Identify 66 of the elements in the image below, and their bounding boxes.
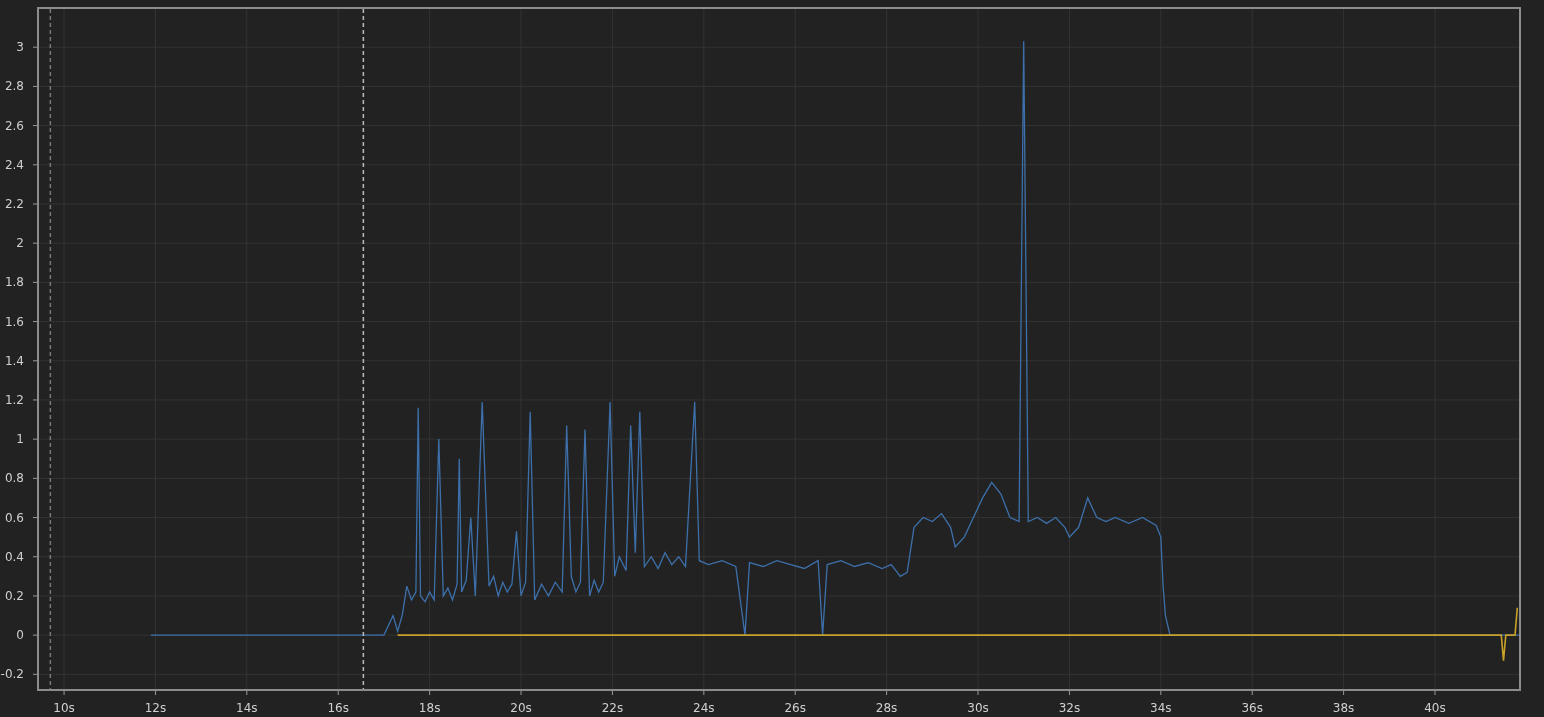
x-axis-label: 28s <box>875 701 898 715</box>
y-axis-label: 1 <box>16 432 24 447</box>
x-tick-mark <box>520 689 522 696</box>
x-tick-mark <box>703 689 705 696</box>
x-axis-label: 18s <box>418 701 441 715</box>
y-tick-mark <box>32 125 39 127</box>
x-tick-mark <box>794 689 796 696</box>
x-axis-label: 34s <box>1150 701 1172 715</box>
y-axis-label: 1.8 <box>4 275 24 290</box>
y-axis-label: 2.4 <box>4 157 24 172</box>
x-axis-label: 40s <box>1424 701 1446 715</box>
y-axis-label: 2.8 <box>4 79 24 94</box>
y-axis-label: 2.6 <box>4 118 24 133</box>
x-tick-mark <box>886 689 888 696</box>
y-tick-mark <box>32 242 39 244</box>
y-axis-label: 2.2 <box>4 197 24 211</box>
x-axis-label: 30s <box>967 701 989 715</box>
x-tick-mark <box>1434 689 1436 696</box>
y-axis-label: -0.2 <box>0 667 24 682</box>
y-tick-mark <box>32 634 39 636</box>
y-tick-mark <box>32 438 39 440</box>
x-axis-label: 20s <box>510 701 532 715</box>
y-tick-mark <box>32 360 39 362</box>
x-axis-label: 38s <box>1332 701 1355 715</box>
x-tick-mark <box>63 689 65 696</box>
x-axis-label: 22s <box>601 701 624 715</box>
x-tick-mark <box>1251 689 1253 696</box>
y-tick-mark <box>32 595 39 597</box>
x-axis-label: 36s <box>1241 701 1263 715</box>
y-tick-mark <box>32 673 39 675</box>
y-tick-mark <box>32 164 39 166</box>
y-axis-label: 3 <box>16 40 24 55</box>
x-tick-mark <box>337 689 339 696</box>
y-axis-label: 1.6 <box>4 314 24 329</box>
x-axis-label: 32s <box>1058 701 1081 715</box>
y-tick-mark <box>32 203 39 205</box>
y-axis-label: 1.4 <box>4 353 24 368</box>
y-tick-mark <box>32 399 39 401</box>
y-axis-label: 2 <box>16 236 24 251</box>
y-tick-mark <box>32 321 39 323</box>
x-axis-label: 26s <box>784 701 806 715</box>
x-tick-mark <box>611 689 613 696</box>
y-axis-label: 0.6 <box>4 510 24 525</box>
y-axis-label: 1.2 <box>4 392 24 407</box>
x-tick-mark <box>1343 689 1345 696</box>
x-tick-mark <box>1160 689 1162 696</box>
y-axis-label: 0.2 <box>4 588 24 603</box>
y-tick-mark <box>32 477 39 479</box>
y-tick-mark <box>32 85 39 87</box>
y-tick-mark <box>32 556 39 558</box>
x-axis-label: 14s <box>236 701 258 715</box>
x-axis-label: 12s <box>144 701 167 715</box>
x-axis-label: 16s <box>327 701 349 715</box>
y-tick-mark <box>32 281 39 283</box>
y-axis-label: 0.4 <box>4 549 24 564</box>
x-tick-mark <box>977 689 979 696</box>
x-axis-label: 24s <box>693 701 715 715</box>
x-tick-mark <box>1068 689 1070 696</box>
x-axis-label: 10s <box>53 701 75 715</box>
x-tick-mark <box>429 689 431 696</box>
y-tick-mark <box>32 46 39 48</box>
x-tick-mark <box>154 689 156 696</box>
y-axis-label: 0.8 <box>4 471 24 486</box>
x-tick-mark <box>246 689 248 696</box>
y-tick-mark <box>32 517 39 519</box>
y-axis-label: 0 <box>16 628 24 643</box>
